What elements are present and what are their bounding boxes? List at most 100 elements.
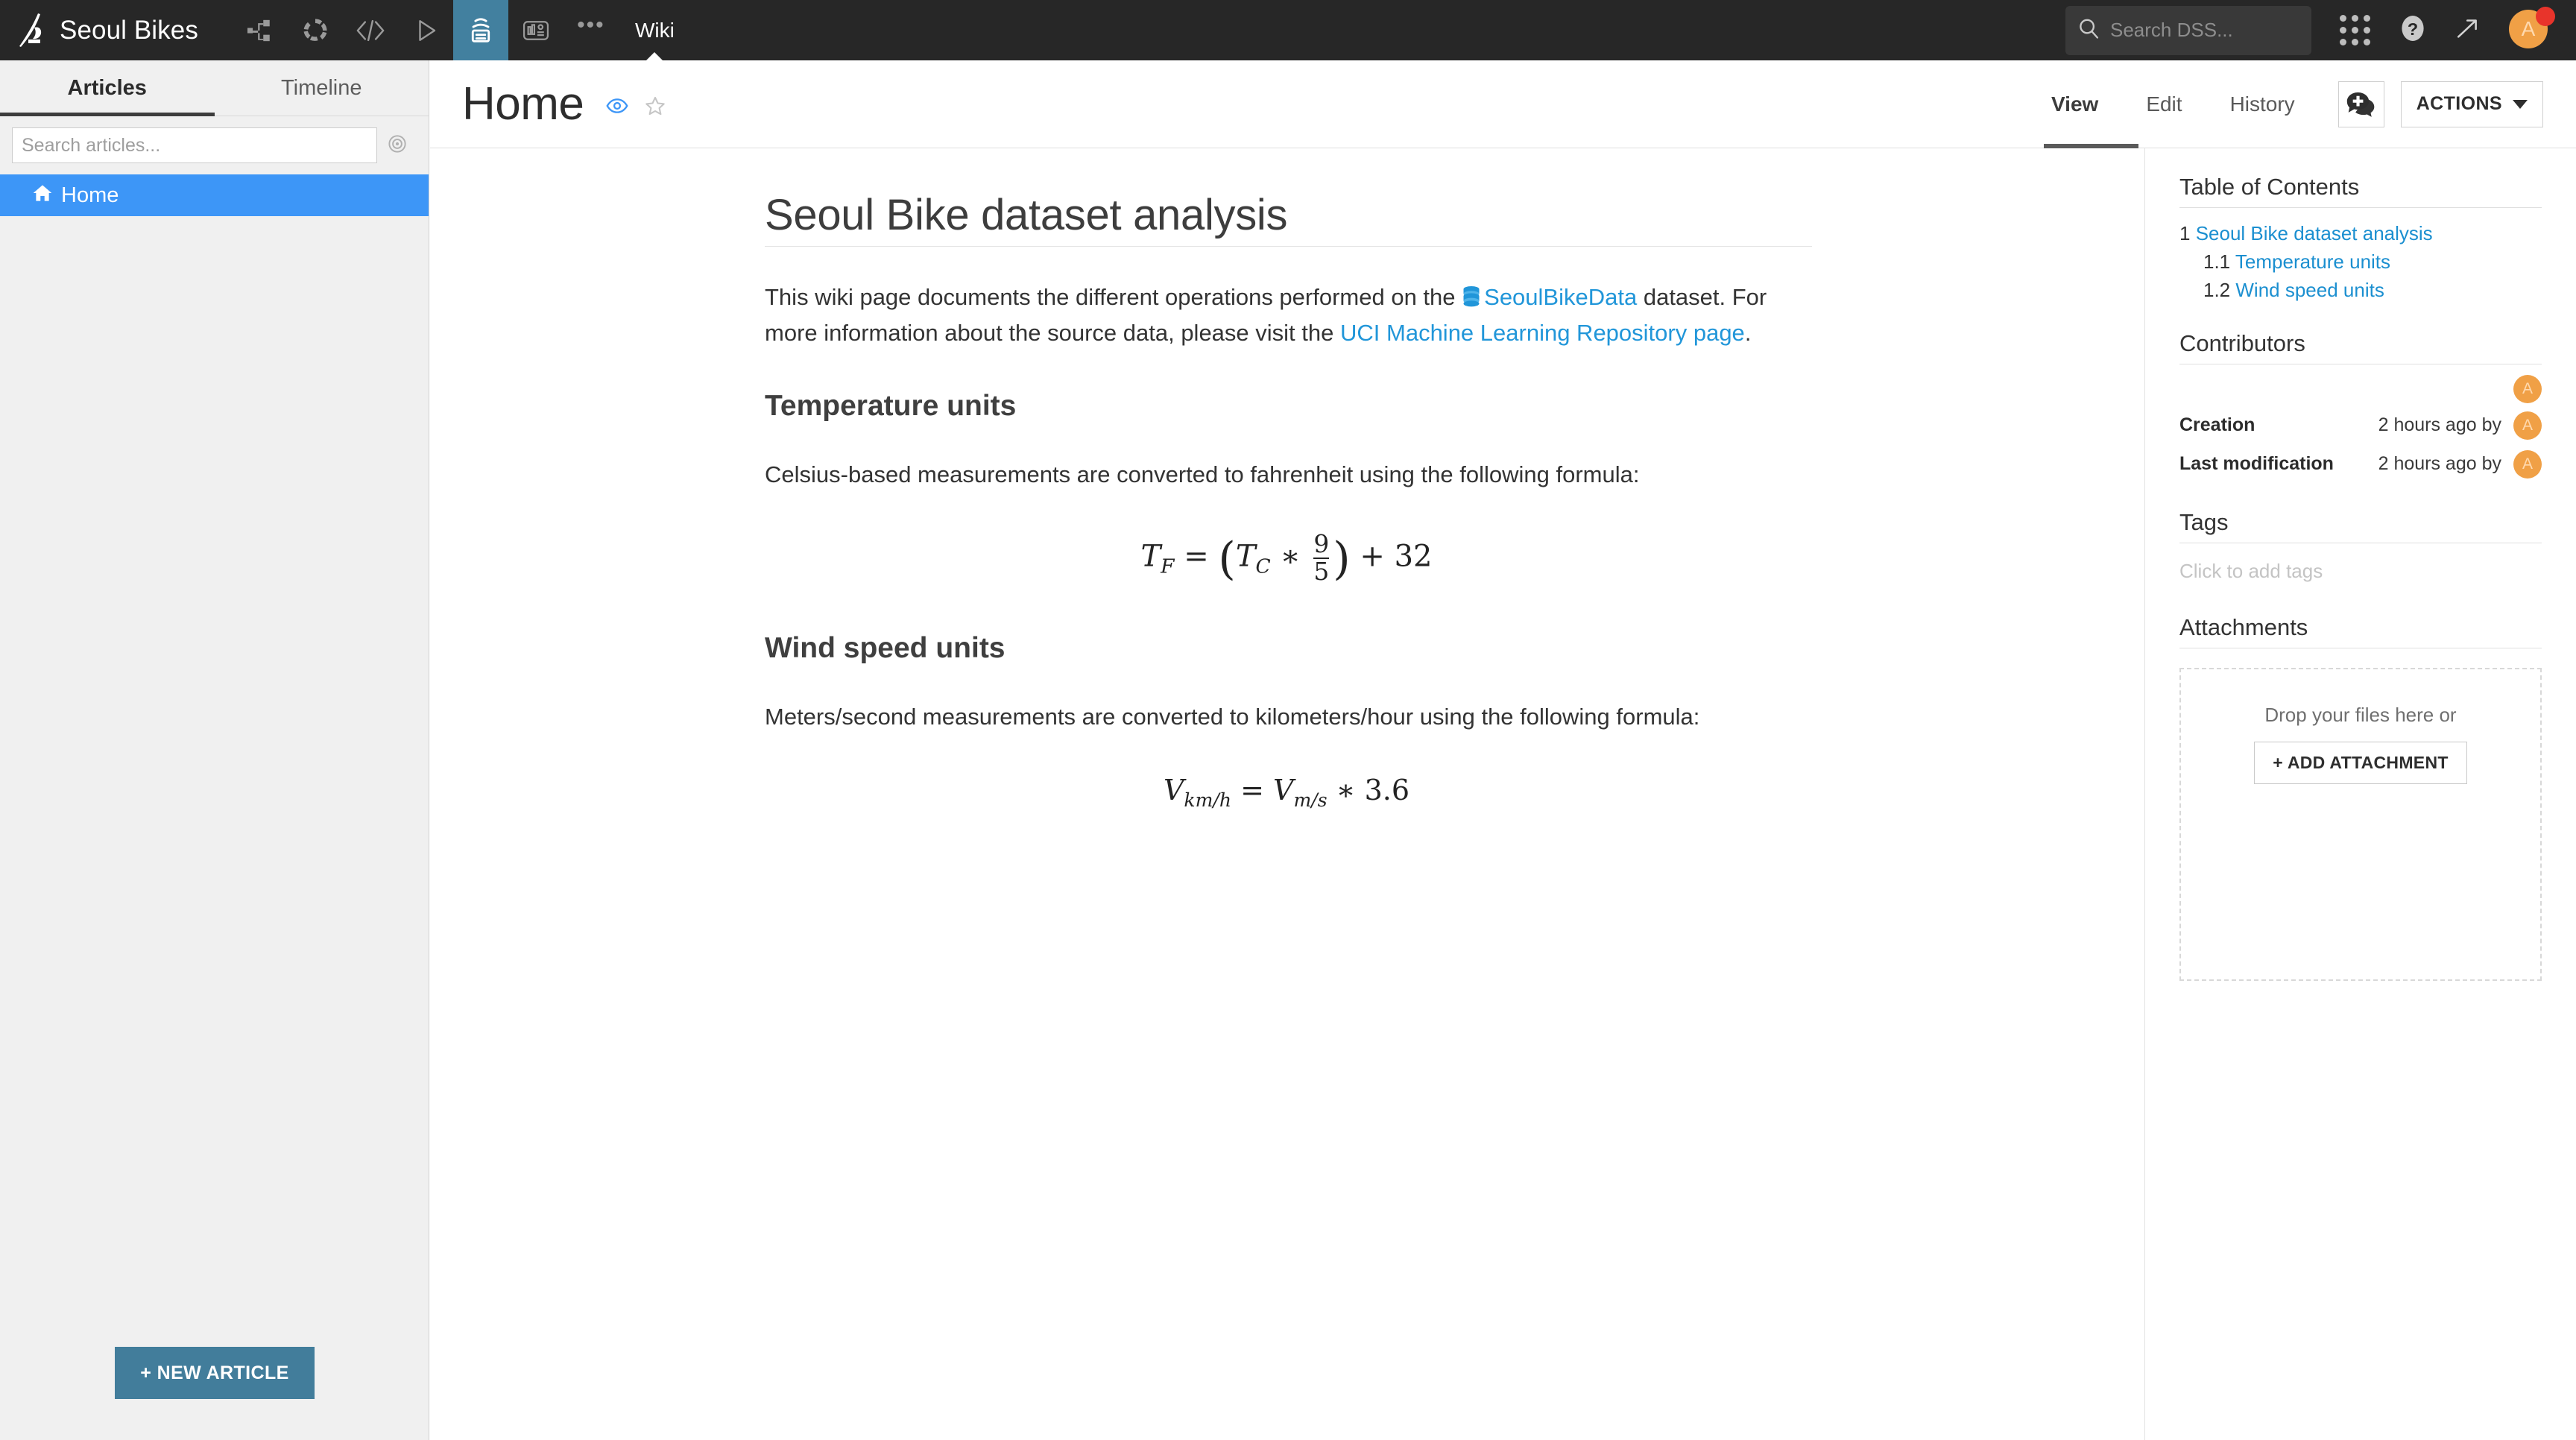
uci-repository-link[interactable]: UCI Machine Learning Repository page bbox=[1340, 320, 1745, 346]
search-articles-input[interactable] bbox=[12, 127, 377, 163]
home-icon bbox=[33, 183, 52, 208]
code-glyph bbox=[356, 19, 385, 41]
global-search-input[interactable] bbox=[2109, 18, 2299, 42]
tags-placeholder[interactable]: Click to add tags bbox=[2179, 543, 2542, 583]
lab-glyph bbox=[303, 18, 327, 41]
formula-operator: ∗ bbox=[1280, 539, 1301, 574]
trend-up-icon[interactable] bbox=[2455, 16, 2481, 45]
eye-icon[interactable] bbox=[606, 97, 628, 119]
comment-add-icon[interactable] bbox=[2337, 80, 2384, 127]
chevron-down-icon bbox=[2513, 99, 2528, 109]
section-label-text: Wiki bbox=[634, 18, 675, 42]
section-heading-temperature: Temperature units bbox=[765, 390, 1017, 423]
wind-rhs-sub: m/s bbox=[1293, 789, 1328, 811]
page-header: Home View Edit History ACTIONS bbox=[430, 60, 2576, 148]
more-icon[interactable]: ••• bbox=[564, 0, 619, 60]
help-glyph: ? bbox=[2402, 16, 2424, 41]
toc-link[interactable]: Wind speed units bbox=[2235, 279, 2384, 301]
creation-label: Creation bbox=[2179, 414, 2255, 436]
star-icon[interactable] bbox=[645, 95, 666, 120]
fraction-denominator: 5 bbox=[1313, 558, 1330, 587]
product-logo[interactable] bbox=[0, 0, 66, 60]
toc-entry[interactable]: 1 Seoul Bike dataset analysis bbox=[2179, 220, 2542, 248]
dataset-link[interactable]: SeoulBikeData bbox=[1484, 284, 1637, 310]
tab-timeline[interactable]: Timeline bbox=[215, 60, 429, 116]
flow-icon[interactable] bbox=[233, 0, 288, 60]
global-search[interactable] bbox=[2065, 5, 2311, 55]
wind-lhs-var: V bbox=[1163, 773, 1184, 806]
svg-text:?: ? bbox=[2408, 19, 2418, 39]
comment-add-glyph bbox=[2346, 92, 2375, 117]
star-glyph bbox=[645, 96, 666, 116]
toc-link[interactable]: Temperature units bbox=[2235, 250, 2390, 273]
wiki-icon[interactable] bbox=[452, 0, 508, 60]
top-navigation-bar: Seoul Bikes ••• Wiki Search DSS... ? A bbox=[0, 0, 2576, 60]
articles-search-row bbox=[0, 116, 429, 174]
creation-value: 2 hours ago by bbox=[2378, 414, 2501, 436]
trend-glyph bbox=[2457, 19, 2477, 38]
lab-icon[interactable] bbox=[288, 0, 343, 60]
flow-glyph bbox=[247, 19, 270, 41]
dropzone-text: Drop your files here or bbox=[2264, 703, 2457, 726]
toc-entry[interactable]: 1.2 Wind speed units bbox=[2179, 277, 2542, 305]
user-avatar[interactable]: A bbox=[2509, 6, 2555, 51]
target-glyph bbox=[388, 134, 406, 153]
contributors-title: Contributors bbox=[2179, 305, 2542, 364]
notification-badge bbox=[2536, 6, 2555, 26]
sidebar-item-home[interactable]: Home bbox=[0, 174, 429, 216]
article-heading: Seoul Bike dataset analysis bbox=[765, 191, 1288, 239]
toc-number: 1 bbox=[2179, 222, 2191, 244]
add-attachment-button[interactable]: + ADD ATTACHMENT bbox=[2254, 741, 2467, 784]
target-icon[interactable] bbox=[388, 134, 407, 157]
formula-lhs-sub: F bbox=[1161, 555, 1175, 578]
formula-open-paren: ( bbox=[1218, 533, 1236, 586]
last-modification-label: Last modification bbox=[2179, 453, 2334, 475]
creation-avatar[interactable]: A bbox=[2513, 411, 2542, 440]
attachment-dropzone[interactable]: Drop your files here or + ADD ATTACHMENT bbox=[2179, 667, 2542, 981]
tab-view[interactable]: View bbox=[2027, 60, 2139, 148]
article-intro-paragraph: This wiki page documents the different o… bbox=[765, 281, 1808, 350]
last-modification-row: Last modification 2 hours ago by A bbox=[2179, 445, 2542, 484]
tab-articles[interactable]: Articles bbox=[0, 60, 215, 116]
sidebar-item-label: Home bbox=[61, 183, 119, 207]
play-glyph bbox=[419, 19, 436, 41]
new-article-button[interactable]: + NEW ARTICLE bbox=[115, 1347, 315, 1399]
tab-history[interactable]: History bbox=[2206, 60, 2319, 148]
attachments-title: Attachments bbox=[2179, 583, 2542, 648]
tab-edit[interactable]: Edit bbox=[2122, 60, 2206, 148]
page-title-icons bbox=[606, 95, 666, 120]
contributor-avatar[interactable]: A bbox=[2513, 374, 2542, 403]
project-name[interactable]: Seoul Bikes bbox=[60, 16, 198, 45]
search-icon bbox=[2077, 17, 2100, 43]
creation-row: Creation 2 hours ago by A bbox=[2179, 406, 2542, 445]
fraction-numerator: 9 bbox=[1313, 530, 1330, 559]
toc-link[interactable]: Seoul Bike dataset analysis bbox=[2196, 222, 2433, 244]
home-glyph bbox=[33, 184, 52, 201]
formula-rhs-var: T bbox=[1235, 539, 1256, 574]
intro-text-after: . bbox=[1744, 320, 1752, 347]
help-icon[interactable]: ? bbox=[2400, 14, 2425, 46]
sidebar-tabs: Articles Timeline bbox=[0, 60, 429, 116]
page-header-actions: View Edit History ACTIONS bbox=[2027, 60, 2576, 148]
automation-icon[interactable] bbox=[398, 0, 453, 60]
wind-operator: ∗ bbox=[1336, 773, 1356, 806]
formula-equals: = bbox=[1184, 539, 1209, 574]
wind-rhs-var: V bbox=[1273, 773, 1294, 806]
apps-grid-icon[interactable] bbox=[2340, 15, 2370, 45]
section-text-temperature: Celsius-based measurements are converted… bbox=[765, 461, 1640, 488]
page-title: Home bbox=[462, 78, 584, 130]
dashboard-icon[interactable] bbox=[508, 0, 564, 60]
left-sidebar: Articles Timeline Home + NEW ARTICLE bbox=[0, 60, 429, 1440]
last-modification-avatar[interactable]: A bbox=[2513, 449, 2542, 479]
current-section-label[interactable]: Wiki bbox=[635, 0, 675, 60]
formula-rhs-sub: C bbox=[1255, 555, 1271, 578]
section-caret-icon bbox=[646, 52, 663, 60]
toc-title: Table of Contents bbox=[2179, 148, 2542, 208]
toc-entry[interactable]: 1.1 Temperature units bbox=[2179, 248, 2542, 277]
code-icon[interactable] bbox=[343, 0, 398, 60]
toc-number: 1.2 bbox=[2203, 278, 2231, 301]
right-sidebar: Table of Contents 1 Seoul Bike dataset a… bbox=[2144, 148, 2576, 1440]
formula-lhs-var: T bbox=[1140, 539, 1161, 574]
article-body: Seoul Bike dataset analysis This wiki pa… bbox=[430, 148, 1812, 811]
actions-button[interactable]: ACTIONS bbox=[2400, 80, 2543, 127]
